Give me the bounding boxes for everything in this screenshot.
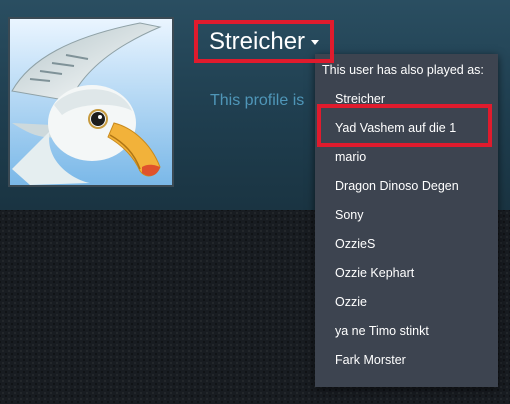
- alias-dropdown-title: This user has also played as:: [322, 63, 484, 77]
- profile-avatar: [8, 17, 174, 187]
- persona-name-dropdown[interactable]: Streicher: [209, 27, 320, 57]
- alias-item[interactable]: Streicher: [335, 92, 385, 106]
- alias-item[interactable]: Ozzie: [335, 295, 367, 309]
- alias-item[interactable]: Fark Morster: [335, 353, 406, 367]
- alias-item[interactable]: ya ne Timo stinkt: [335, 324, 429, 338]
- alias-item[interactable]: Yad Vashem auf die 1: [335, 121, 456, 135]
- alias-item[interactable]: OzzieS: [335, 237, 375, 251]
- alias-item[interactable]: Ozzie Kephart: [335, 266, 414, 280]
- alias-item[interactable]: mario: [335, 150, 366, 164]
- seagull-avatar-image: [10, 19, 172, 185]
- private-profile-notice: This profile is: [210, 92, 305, 109]
- caret-down-icon: [311, 40, 320, 46]
- alias-item[interactable]: Sony: [335, 208, 364, 222]
- alias-item[interactable]: Dragon Dinoso Degen: [335, 179, 459, 193]
- persona-name-label: Streicher: [209, 28, 306, 55]
- alias-history-dropdown: This user has also played as: Streicher …: [315, 54, 498, 387]
